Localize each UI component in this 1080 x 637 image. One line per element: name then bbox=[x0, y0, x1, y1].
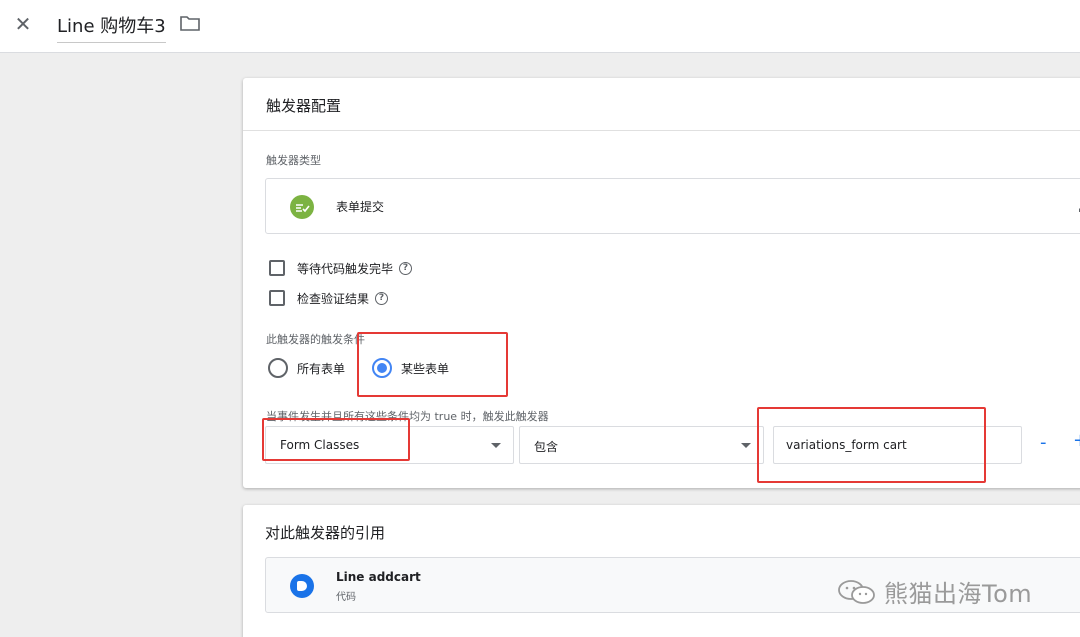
pencil-icon[interactable] bbox=[1076, 197, 1080, 215]
trigger-config-heading: 触发器配置 bbox=[243, 78, 1080, 131]
radio-some-forms-button[interactable] bbox=[372, 358, 392, 378]
radio-some-forms[interactable]: 某些表单 bbox=[372, 357, 449, 379]
watermark: 熊猫出海Tom bbox=[836, 574, 1032, 609]
check-validation-label: 检查验证结果 bbox=[297, 291, 370, 306]
chevron-down-icon bbox=[491, 443, 501, 448]
variable-select[interactable]: Form Classes bbox=[265, 426, 514, 464]
trigger-type-selector[interactable]: 表单提交 bbox=[265, 178, 1080, 234]
trigger-config-card: 触发器配置 触发器类型 表单提交 等待代码触发完毕 ? 检查验证结果 ? 此触发… bbox=[243, 78, 1080, 488]
check-validation-checkbox[interactable] bbox=[269, 290, 285, 306]
wait-for-tags-row: 等待代码触发完毕 ? bbox=[269, 258, 413, 278]
help-icon[interactable]: ? bbox=[375, 291, 389, 305]
references-card: 对此触发器的引用 Line addcart 代码 bbox=[243, 505, 1080, 637]
tag-icon bbox=[290, 574, 314, 598]
top-bar: ✕ Line 购物车3 bbox=[0, 0, 1080, 53]
watermark-text: 熊猫出海Tom bbox=[884, 580, 1033, 608]
reference-item-type: 代码 bbox=[336, 592, 356, 603]
radio-all-forms-button[interactable] bbox=[268, 358, 288, 378]
help-icon[interactable]: ? bbox=[399, 261, 413, 275]
reference-item-name: Line addcart bbox=[336, 570, 421, 584]
remove-condition-button[interactable]: - bbox=[1040, 432, 1047, 453]
chevron-down-icon bbox=[741, 443, 751, 448]
trigger-type-name: 表单提交 bbox=[336, 200, 385, 214]
operator-select[interactable]: 包含 bbox=[519, 426, 764, 464]
close-icon[interactable]: ✕ bbox=[12, 13, 34, 35]
trigger-type-label: 触发器类型 bbox=[266, 154, 321, 167]
condition-label: 当事件发生并且所有这些条件均为 true 时，触发此触发器 bbox=[266, 410, 549, 423]
wait-for-tags-checkbox[interactable] bbox=[269, 260, 285, 276]
operator-select-value: 包含 bbox=[534, 440, 559, 454]
references-heading: 对此触发器的引用 bbox=[265, 524, 386, 542]
add-condition-button[interactable]: + bbox=[1073, 430, 1080, 451]
radio-some-forms-label: 某些表单 bbox=[401, 361, 450, 376]
variable-select-value: Form Classes bbox=[280, 438, 360, 452]
fires-on-label: 此触发器的触发条件 bbox=[266, 333, 365, 346]
radio-all-forms[interactable]: 所有表单 bbox=[268, 357, 345, 379]
wechat-icon bbox=[838, 579, 875, 604]
radio-all-forms-label: 所有表单 bbox=[297, 361, 346, 376]
check-validation-row: 检查验证结果 ? bbox=[269, 288, 389, 308]
condition-value-input[interactable] bbox=[773, 426, 1022, 464]
page-title[interactable]: Line 购物车3 bbox=[57, 12, 166, 43]
wait-for-tags-label: 等待代码触发完毕 bbox=[297, 261, 394, 276]
form-submit-icon bbox=[290, 195, 314, 219]
folder-icon[interactable] bbox=[180, 15, 200, 31]
